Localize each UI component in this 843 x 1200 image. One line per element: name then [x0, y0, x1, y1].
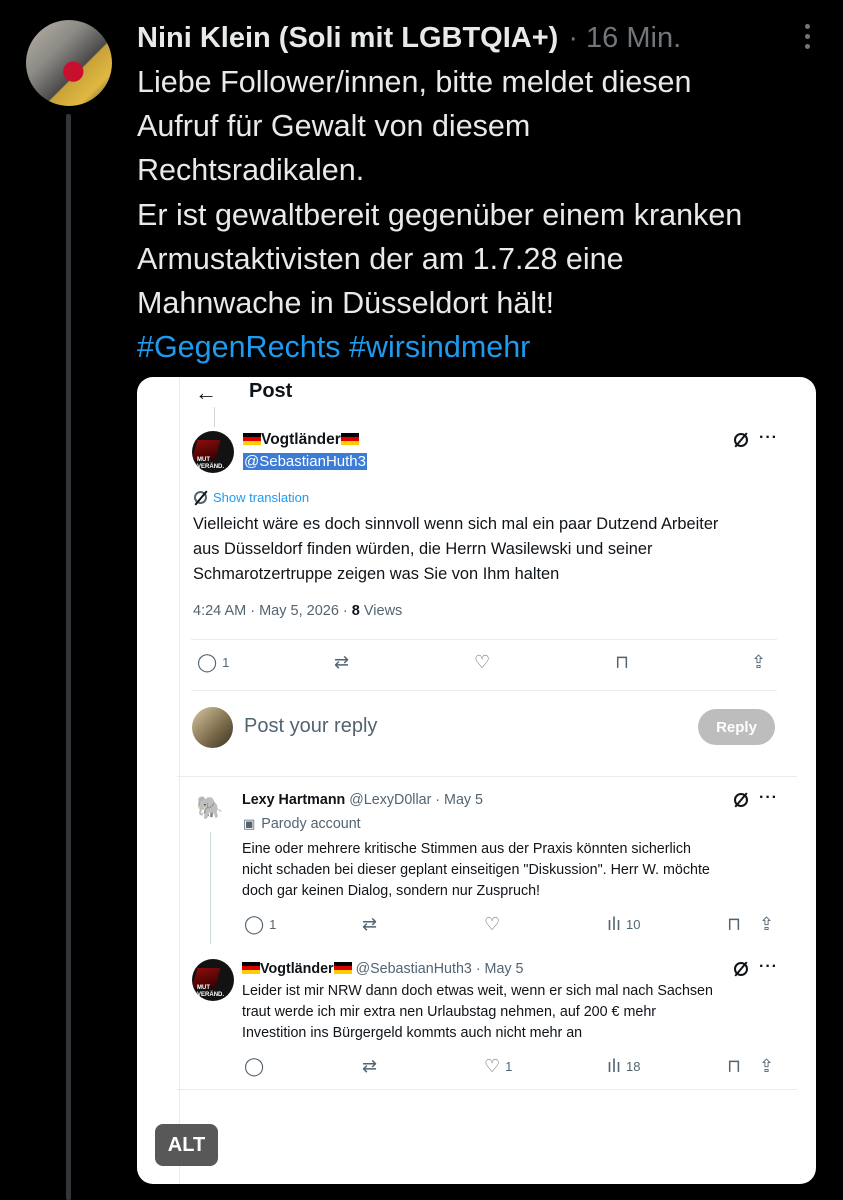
reply-action: ◯ 1: [244, 914, 277, 934]
body-line: Er ist gewaltbereit gegenüber einem kran…: [137, 197, 743, 232]
reply-input: Post your reply: [244, 715, 378, 737]
share-icon: ⇪: [759, 914, 775, 934]
divider: [191, 690, 777, 691]
post-time[interactable]: · 16 Min.: [568, 22, 681, 55]
parody-badge-icon: ▣: [243, 816, 256, 831]
back-arrow-icon: ←: [195, 380, 217, 405]
reply2-header: Vogtländer @SebastianHuth3 · May 5: [242, 961, 524, 977]
current-user-avatar: [192, 707, 233, 748]
repost-icon: ⇄: [362, 914, 378, 934]
hashtag-link[interactable]: #wirsindmehr: [349, 330, 530, 364]
more-vertical-icon[interactable]: [801, 24, 813, 49]
more-horizontal-icon: ···: [759, 429, 778, 446]
embedded-screenshot[interactable]: ← Post MUT VERÄND. Vogtländer @SebastianH…: [137, 377, 816, 1184]
translate-icon: [194, 491, 207, 504]
reply-button: Reply: [698, 709, 775, 745]
thread-connector: [214, 407, 215, 427]
share-icon: ⇪: [759, 1056, 775, 1076]
body-line: Mahnwache in Düsseldort hält!: [137, 286, 555, 321]
vogtlaender-avatar: MUT VERÄND.: [192, 431, 234, 473]
views-action: ılı 18: [607, 1056, 641, 1076]
views-icon: ılı: [607, 914, 622, 934]
reply2-meta: @SebastianHuth3 · May 5: [355, 961, 524, 977]
main-user-handle: @SebastianHuth3: [243, 453, 367, 470]
divider: [191, 639, 777, 640]
more-horizontal-icon: ···: [759, 958, 778, 975]
flag-icon: [242, 962, 260, 974]
main-user-row: Vogtländer: [243, 431, 359, 449]
like-icon: ♡: [484, 1056, 501, 1076]
body-line: Aufruf für Gewalt von diesem: [137, 109, 531, 144]
divider: [177, 776, 797, 777]
views-action: ılı 10: [607, 914, 641, 934]
reply-action: ◯ 1: [197, 652, 230, 672]
grok-icon: [734, 793, 748, 812]
alt-text-button[interactable]: ALT: [155, 1124, 218, 1166]
reply2-user-name: Vogtländer: [260, 961, 334, 977]
flag-icon: [340, 433, 359, 445]
reply1-meta: @LexyD0llar · May 5: [349, 792, 483, 808]
author-avatar[interactable]: [26, 20, 112, 106]
screenshot-edge: [179, 377, 180, 1184]
reply2-text: Leider ist mir NRW dann doch etwas weit,…: [242, 983, 713, 1041]
body-line: Armustaktivisten der am 1.7.28 eine: [137, 241, 624, 276]
screenshot-title: Post: [249, 380, 293, 402]
hashtag-link[interactable]: #GegenRechts: [137, 330, 340, 364]
share-icon: ⇪: [751, 652, 767, 672]
flag-icon: [243, 433, 261, 445]
main-tweet-text: Vielleicht wäre es doch sinnvoll wenn si…: [193, 515, 719, 583]
reply1-text: Eine oder mehrere kritische Stimmen aus …: [242, 841, 710, 899]
show-translation: Show translation: [194, 490, 309, 505]
views-icon: ılı: [607, 1056, 622, 1076]
lexy-avatar: 🐘: [192, 790, 228, 826]
body-line: Liebe Follower/innen, bitte meldet diese…: [137, 65, 692, 99]
repost-icon: ⇄: [334, 652, 350, 672]
body-line: Rechtsradikalen.: [137, 153, 365, 188]
reply-icon: ◯: [244, 914, 265, 934]
divider: [177, 1089, 797, 1090]
bookmark-icon: ⊓: [615, 652, 630, 672]
more-horizontal-icon: ···: [759, 789, 778, 806]
thread-line: [66, 114, 71, 1200]
bookmark-icon: ⊓: [727, 1056, 742, 1076]
thread-connector: [210, 832, 211, 944]
reply-icon: ◯: [197, 652, 218, 672]
author-name[interactable]: Nini Klein (Soli mit LGBTQIA+): [137, 22, 558, 55]
main-user-name: Vogtländer: [261, 431, 341, 448]
reply1-header: Lexy Hartmann @LexyD0llar · May 5: [242, 792, 483, 808]
main-tweet-meta: 4:24 AM · May 5, 2026 · 8 Views: [193, 603, 403, 619]
bookmark-icon: ⊓: [727, 914, 742, 934]
reply1-user-name: Lexy Hartmann: [242, 792, 346, 808]
repost-icon: ⇄: [362, 1056, 378, 1076]
post-header: Nini Klein (Soli mit LGBTQIA+) · 16 Min.: [137, 18, 803, 58]
grok-icon: [734, 962, 748, 981]
like-icon: ♡: [474, 652, 491, 672]
hashtags: #GegenRechts #wirsindmehr: [137, 325, 827, 369]
post-body: Liebe Follower/innen, bitte meldet diese…: [137, 60, 827, 369]
parody-badge: ▣ Parody account: [243, 816, 361, 832]
vogtlaender-avatar: MUT VERÄND.: [192, 959, 234, 1001]
reply-icon: ◯: [244, 1056, 265, 1076]
like-icon: ♡: [484, 914, 501, 934]
like-action: ♡ 1: [484, 1056, 513, 1076]
grok-icon: [734, 433, 748, 452]
flag-icon: [333, 962, 352, 974]
